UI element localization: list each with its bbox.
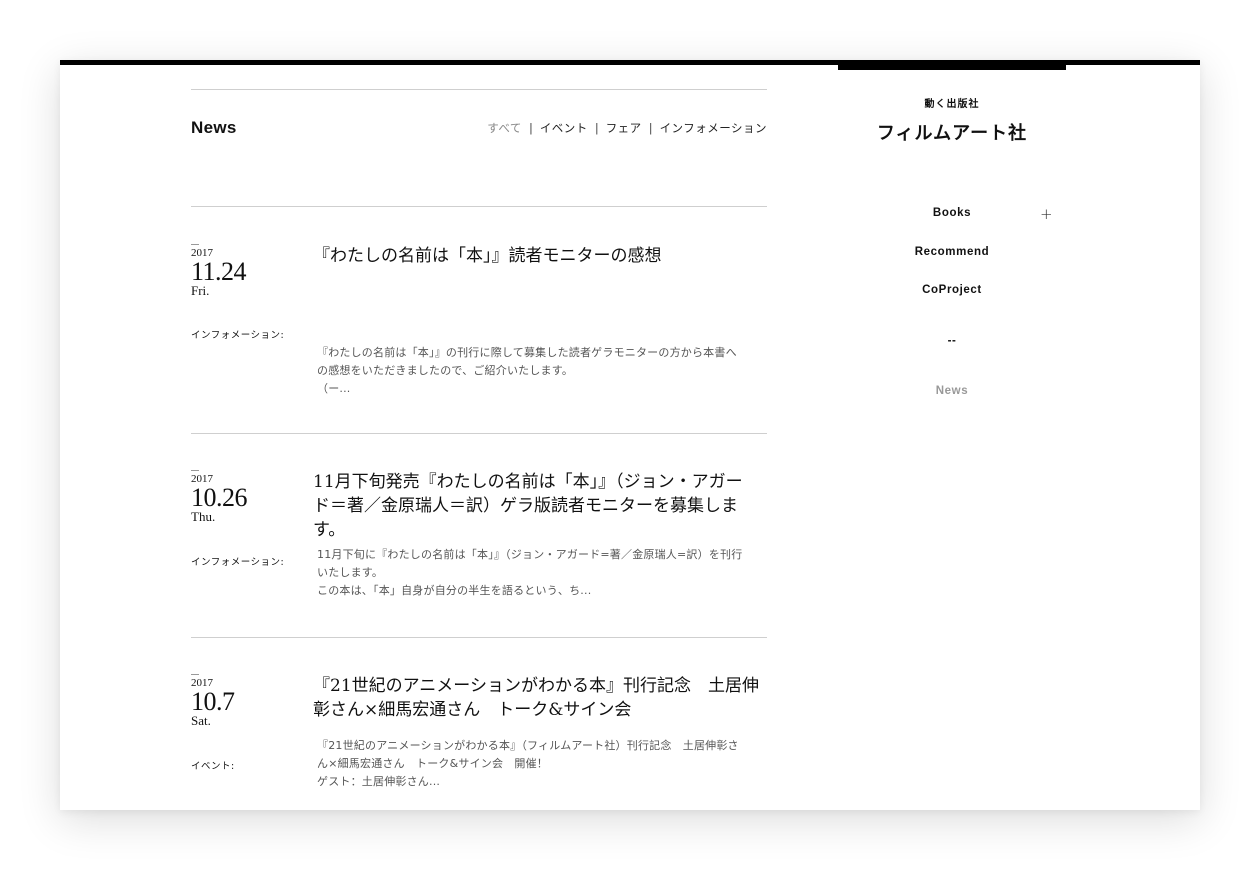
brand-logo[interactable]: フィルムアート社 (838, 119, 1066, 145)
nav-separator: -- (947, 335, 957, 347)
date-tick (191, 674, 199, 675)
browser-page: News すべて | イベント | フェア | インフォメーション 2017 1… (60, 60, 1200, 810)
news-excerpt: 『わたしの名前は「本」』の刊行に際して募集した読者ゲラモニターの方から本書へ の… (317, 344, 767, 398)
sidebar-top-bar (838, 60, 1066, 70)
expand-plus-icon[interactable]: + (1040, 205, 1053, 223)
category-label[interactable]: インフォメーション: (191, 554, 284, 568)
brand-tagline: 動く出版社 (924, 99, 980, 110)
filter-separator: | (528, 121, 533, 135)
divider (191, 206, 767, 207)
filter-information[interactable]: インフォメーション (660, 120, 767, 136)
excerpt-line: 『21世紀のアニメーションがわかる本』（フィルムアート社）刊行記念 土居伸彰さ (317, 739, 739, 752)
headline-line: ド＝著／金原瑞人＝訳）ゲラ版読者モニターを募集しま (313, 496, 738, 516)
date-weekday: Thu. (191, 509, 216, 524)
nav-recommend[interactable]: Recommend (838, 246, 1066, 258)
category-filter: すべて | イベント | フェア | インフォメーション (487, 120, 767, 136)
excerpt-line: ん×細馬宏通さん トーク&サイン会 開催！ (317, 757, 548, 770)
date-tick (191, 470, 199, 471)
excerpt-line: 『わたしの名前は「本」』の刊行に際して募集した読者ゲラモニターの方から本書へ (317, 346, 737, 359)
excerpt-line: ゲスト：土居伸彰さん... (317, 775, 441, 788)
headline-line: す。 (313, 520, 346, 540)
filter-fair[interactable]: フェア (606, 120, 642, 136)
post-date: 2017 11.24 Fri. (191, 244, 301, 298)
news-headline[interactable]: 11月下旬発売『わたしの名前は「本」』（ジョン・アガー ド＝著／金原瑞人＝訳）ゲ… (313, 470, 768, 542)
date-weekday: Sat. (191, 713, 211, 728)
date-month-day: 10.7 (191, 687, 235, 716)
post-date: 2017 10.7 Sat. (191, 674, 301, 728)
category-label[interactable]: インフォメーション: (191, 327, 284, 341)
date-tick (191, 244, 199, 245)
headline-line: 11月下旬発売『わたしの名前は「本」』（ジョン・アガー (313, 472, 743, 492)
date-weekday: Fri. (191, 283, 210, 298)
nav-books[interactable]: Books (838, 207, 1066, 219)
headline-line: 『21世紀のアニメーションがわかる本』刊行記念 土居伸 (313, 676, 759, 696)
news-excerpt: 『21世紀のアニメーションがわかる本』（フィルムアート社）刊行記念 土居伸彰さ … (317, 737, 767, 791)
news-headline[interactable]: 『わたしの名前は「本」』読者モニターの感想 (313, 244, 768, 268)
filter-event[interactable]: イベント (540, 120, 588, 136)
excerpt-line: この本は、「本」自身が自分の半生を語るという、ち... (317, 584, 592, 597)
filter-all[interactable]: すべて (487, 120, 522, 136)
page-title: News (191, 118, 237, 137)
nav-news[interactable]: News (838, 385, 1066, 397)
date-month-day: 11.24 (191, 257, 247, 286)
post-date: 2017 10.26 Thu. (191, 470, 301, 524)
headline-line: 彰さん×細馬宏通さん トーク&サイン会 (313, 700, 632, 720)
divider (191, 433, 767, 434)
news-excerpt: 11月下旬に『わたしの名前は「本」』（ジョン・アガード=著／金原瑞人=訳）を刊行… (317, 546, 767, 600)
excerpt-line: の感想をいただきましたので、ご紹介いたします。 (317, 364, 574, 377)
category-label[interactable]: イベント: (191, 758, 235, 772)
nav-coproject[interactable]: CoProject (838, 284, 1066, 296)
excerpt-line: （ー... (317, 382, 351, 395)
filter-separator: | (594, 121, 599, 135)
filter-separator: | (648, 121, 653, 135)
excerpt-line: いたします。 (317, 566, 384, 579)
divider (191, 637, 767, 638)
news-headline[interactable]: 『21世紀のアニメーションがわかる本』刊行記念 土居伸 彰さん×細馬宏通さん ト… (313, 674, 768, 722)
date-month-day: 10.26 (191, 483, 248, 512)
excerpt-line: 11月下旬に『わたしの名前は「本」』（ジョン・アガード=著／金原瑞人=訳）を刊行 (317, 548, 743, 561)
divider (191, 89, 767, 90)
